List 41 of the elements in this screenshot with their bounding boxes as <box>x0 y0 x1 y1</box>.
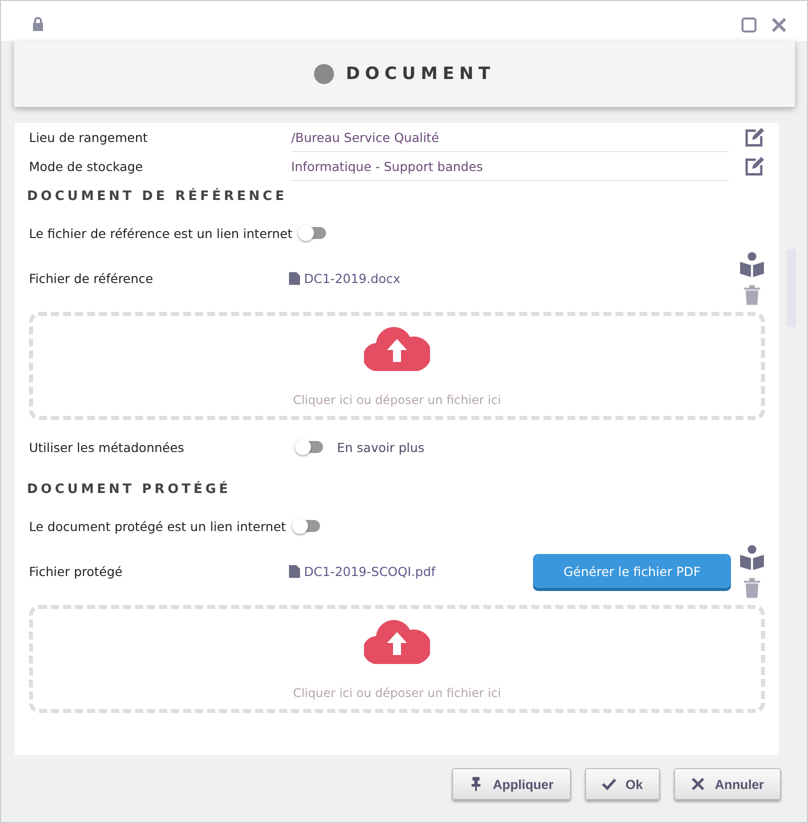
reader-icon[interactable] <box>739 251 765 277</box>
cloud-upload-icon <box>364 618 430 664</box>
field-value: /Bureau Service Qualité <box>291 124 730 152</box>
generate-pdf-button[interactable]: Générer le fichier PDF <box>533 554 731 588</box>
field-label: Lieu de rangement <box>29 130 149 145</box>
edit-icon[interactable] <box>743 156 765 178</box>
dropzone-hint: Cliquer ici ou déposer un fichier ici <box>292 686 502 700</box>
toggle-switch[interactable] <box>297 441 323 453</box>
checkmark-icon <box>602 777 616 791</box>
reader-icon[interactable] <box>739 544 765 570</box>
toggle-switch[interactable] <box>300 227 326 239</box>
toggle-label: Le document protégé est un lien internet <box>29 518 286 534</box>
trash-icon[interactable] <box>743 285 761 305</box>
ok-button[interactable]: Ok <box>584 768 660 800</box>
file-link[interactable]: DC1-2019-SCOQI.pdf <box>304 564 436 578</box>
circle-icon <box>314 64 334 84</box>
lock-icon <box>31 16 45 32</box>
pin-icon <box>468 777 483 791</box>
field-label: Mode de stockage <box>29 159 144 174</box>
section-title: DOCUMENT PROTÉGÉ <box>27 482 232 497</box>
toggle-label: Utiliser les métadonnées <box>29 440 186 454</box>
field-value: Informatique - Support bandes <box>291 152 730 180</box>
apply-button[interactable]: Appliquer <box>452 768 571 800</box>
field-label: Fichier de référence <box>29 270 154 286</box>
close-icon <box>690 777 705 791</box>
maximize-icon[interactable] <box>741 17 757 33</box>
trash-icon[interactable] <box>743 578 761 598</box>
dropzone-hint: Cliquer ici ou déposer un fichier ici <box>292 393 502 407</box>
edit-icon[interactable] <box>743 126 765 148</box>
file-icon <box>289 564 300 578</box>
toggle-label: Le fichier de référence est un lien internet <box>29 226 292 240</box>
section-title: DOCUMENT DE RÉFÉRENCE <box>27 189 288 204</box>
file-link[interactable]: DC1-2019.docx <box>304 270 400 286</box>
file-icon <box>289 272 300 284</box>
toggle-switch[interactable] <box>294 520 320 532</box>
cancel-button[interactable]: Annuler <box>674 768 781 800</box>
close-icon[interactable] <box>771 17 787 33</box>
learn-more-link[interactable]: En savoir plus <box>337 440 424 454</box>
window-title: DOCUMENT <box>346 64 496 84</box>
cloud-upload-icon <box>364 325 430 371</box>
field-label: Fichier protégé <box>29 564 124 578</box>
